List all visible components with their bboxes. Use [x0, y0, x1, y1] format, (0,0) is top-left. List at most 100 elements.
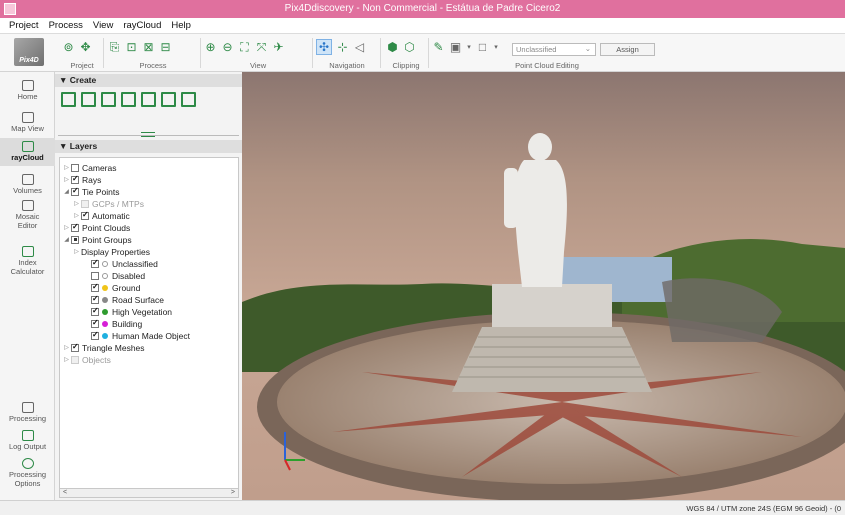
layers-section-header[interactable]: ▼ Layers	[55, 140, 242, 153]
layer-row[interactable]: High Vegetation	[82, 306, 172, 317]
layer-checkbox[interactable]	[71, 163, 79, 172]
zoom-out-icon[interactable]: ⊖	[221, 41, 234, 54]
layer-checkbox[interactable]	[91, 271, 99, 280]
nav-volumes[interactable]: Volumes	[0, 174, 55, 195]
layer-row[interactable]: ◢ Tie Points	[62, 186, 119, 197]
expand-closed-icon[interactable]: ▷	[62, 344, 71, 351]
expand-closed-icon[interactable]: ▷	[72, 248, 81, 255]
layer-checkbox[interactable]	[81, 210, 89, 220]
create-group-icon[interactable]	[141, 92, 156, 107]
create-volume-icon[interactable]	[121, 92, 136, 107]
layer-row[interactable]: ◢ Point Groups	[62, 234, 131, 245]
create-tie-point-icon[interactable]	[61, 92, 76, 107]
expand-closed-icon[interactable]: ▷	[72, 212, 81, 219]
layer-checkbox[interactable]	[91, 330, 99, 340]
layer-row[interactable]: Disabled	[82, 270, 145, 281]
process-report-icon[interactable]: ⊠	[142, 41, 155, 54]
color-swatch-icon[interactable]: □	[476, 41, 489, 54]
layer-checkbox[interactable]	[91, 294, 99, 304]
fly-icon[interactable]: ✈	[272, 41, 285, 54]
brush-icon[interactable]: ✎	[432, 41, 445, 54]
layer-checkbox[interactable]	[91, 258, 99, 268]
layer-checkbox[interactable]	[71, 222, 79, 232]
nav-home[interactable]: Home	[0, 80, 55, 101]
panel-splitter[interactable]	[55, 131, 242, 139]
create-polyline-icon[interactable]	[81, 92, 96, 107]
nav-mosaic-editor[interactable]: Mosaic Editor	[0, 200, 55, 230]
layer-checkbox[interactable]	[71, 355, 79, 364]
group-navigation: ✣ ⊹ ◁ Navigation	[316, 37, 378, 71]
scroll-left-icon[interactable]: <	[63, 489, 67, 496]
layer-row[interactable]: ▷ Triangle Meshes	[62, 342, 144, 353]
menu-bar: Project Process View rayCloud Help	[0, 18, 845, 34]
layer-checkbox[interactable]	[81, 199, 89, 208]
project-move-icon[interactable]: ✥	[79, 41, 92, 54]
process-start-icon[interactable]: ⎘	[108, 41, 121, 54]
layer-row[interactable]: ▷ Display Properties	[72, 246, 150, 257]
nav-log-output[interactable]: Log Output	[0, 430, 55, 451]
create-section-header[interactable]: ▼ Create	[55, 74, 242, 87]
group-clipping: ⬢ ⬡ Clipping	[386, 37, 426, 71]
expand-closed-icon[interactable]: ▷	[62, 176, 71, 183]
expand-open-icon[interactable]: ◢	[62, 236, 71, 243]
clipping-box-icon[interactable]: ⬢	[386, 41, 399, 54]
process-options-icon[interactable]: ⊡	[125, 41, 138, 54]
expand-closed-icon[interactable]: ▷	[72, 200, 81, 207]
layer-row[interactable]: Unclassified	[82, 258, 158, 269]
menu-process[interactable]: Process	[44, 20, 88, 31]
layer-checkbox[interactable]	[71, 342, 79, 352]
layer-label: Road Surface	[112, 294, 164, 305]
menu-view[interactable]: View	[88, 20, 118, 31]
point-class-dropdown[interactable]: Unclassified ⌄	[512, 43, 596, 56]
expand-open-icon[interactable]: ◢	[62, 188, 71, 195]
create-axis-icon[interactable]	[101, 92, 116, 107]
first-person-navigation-icon[interactable]: ⊹	[336, 41, 349, 54]
layer-row[interactable]: ▷ Objects	[62, 354, 111, 365]
create-measure-icon[interactable]	[161, 92, 176, 107]
nav-index-calculator[interactable]: Index Calculator	[0, 246, 55, 276]
layer-row[interactable]: Ground	[82, 282, 140, 293]
menu-help[interactable]: Help	[166, 20, 196, 31]
project-open-icon[interactable]: ⊚	[62, 41, 75, 54]
menu-raycloud[interactable]: rayCloud	[118, 20, 166, 31]
nav-processing-options[interactable]: Processing Options	[0, 458, 55, 488]
layer-checkbox[interactable]	[91, 306, 99, 316]
expand-closed-icon[interactable]: ▷	[62, 164, 71, 171]
layer-row[interactable]: ▷ Rays	[62, 174, 101, 185]
layer-row[interactable]: Building	[82, 318, 142, 329]
nav-raycloud[interactable]: rayCloud	[0, 138, 55, 166]
layer-checkbox[interactable]	[71, 235, 79, 244]
layer-row[interactable]: Human Made Object	[82, 330, 190, 341]
create-surface-icon[interactable]	[181, 92, 196, 107]
process-output-icon[interactable]: ⊟	[159, 41, 172, 54]
selection-mode-dropdown-icon[interactable]: ▾	[466, 41, 472, 54]
layer-label: Rays	[82, 174, 102, 185]
color-swatch-dropdown-icon[interactable]: ▾	[493, 41, 499, 54]
navigation-toggle-icon[interactable]: ◁	[353, 41, 366, 54]
layer-checkbox[interactable]	[71, 174, 79, 184]
layer-row[interactable]: ▷ Cameras	[62, 162, 116, 173]
statue-pedestal	[492, 284, 612, 329]
scroll-right-icon[interactable]: >	[231, 489, 235, 496]
layer-row[interactable]: Road Surface	[82, 294, 164, 305]
clipping-edit-icon[interactable]: ⬡	[403, 41, 416, 54]
layer-row[interactable]: ▷ Automatic	[72, 210, 130, 221]
layer-checkbox[interactable]	[91, 318, 99, 328]
layer-checkbox[interactable]	[91, 282, 99, 292]
layer-row[interactable]: ▷ Point Clouds	[62, 222, 130, 233]
nav-processing[interactable]: Processing	[0, 402, 55, 423]
expand-closed-icon[interactable]: ▷	[62, 356, 71, 363]
expand-closed-icon[interactable]: ▷	[62, 224, 71, 231]
trackball-navigation-icon[interactable]: ✣	[316, 39, 332, 55]
menu-project[interactable]: Project	[4, 20, 44, 31]
zoom-fit-icon[interactable]: ⛶	[238, 41, 251, 54]
zoom-selection-icon[interactable]: ⤧	[255, 41, 268, 54]
layer-row[interactable]: ▷ GCPs / MTPs	[72, 198, 144, 209]
zoom-in-icon[interactable]: ⊕	[204, 41, 217, 54]
assign-button[interactable]: Assign	[600, 43, 655, 56]
layer-checkbox[interactable]	[71, 186, 79, 196]
nav-map-view[interactable]: Map View	[0, 112, 55, 133]
raycloud-3d-viewport[interactable]	[242, 72, 845, 500]
tree-horizontal-scrollbar[interactable]: < >	[59, 488, 239, 498]
selection-mode-icon[interactable]: ▣	[449, 41, 462, 54]
